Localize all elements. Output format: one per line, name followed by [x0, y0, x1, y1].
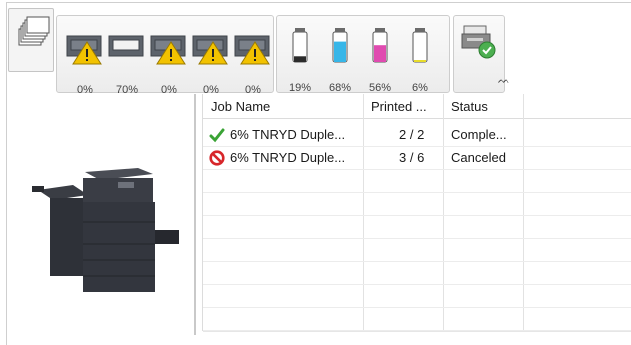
documents-button[interactable] [8, 8, 54, 72]
toner-cartridge-icon [412, 28, 428, 63]
table-row[interactable]: 6% TNRYD Duple... 3 / 6 Canceled [203, 147, 631, 170]
empty-row [203, 308, 631, 331]
pane-divider[interactable] [194, 94, 196, 335]
tray-level-label: 70% [115, 84, 139, 96]
paper-tray-icon [150, 35, 186, 65]
toner-black[interactable]: 19% [285, 24, 323, 94]
paper-tray-1[interactable]: 0% [65, 26, 105, 96]
column-header-job-name[interactable]: Job Name [211, 99, 270, 114]
column-header-printed[interactable]: Printed ... [371, 99, 427, 114]
table-row[interactable]: 6% TNRYD Duple... 2 / 2 Comple... [203, 124, 631, 147]
tray-level-label: 0% [161, 84, 177, 96]
job-name-cell: 6% TNRYD Duple... [230, 150, 346, 165]
cancel-icon [209, 150, 225, 166]
status-cell: Canceled [451, 150, 506, 165]
job-name-cell: 6% TNRYD Duple... [230, 127, 346, 142]
empty-row [203, 285, 631, 308]
status-cell: Comple... [451, 127, 507, 142]
checkmark-icon [209, 128, 225, 143]
job-list-table: Job Name Printed ... Status 6% TNRYD Dup… [203, 94, 631, 331]
paper-tray-icon [192, 35, 228, 65]
paper-tray-icon [234, 35, 270, 65]
window-top-border [6, 2, 631, 3]
tray-level-label: 0% [77, 84, 93, 96]
paper-tray-4[interactable]: 0% [191, 26, 231, 96]
paper-trays-group[interactable]: 0% 70% 0% 0% 0% [56, 15, 274, 96]
printer-ok-icon [461, 25, 496, 59]
paper-tray-icon [66, 35, 102, 65]
multifunction-printer-icon [32, 168, 179, 292]
toner-level-label: 68% [328, 82, 352, 94]
toner-magenta[interactable]: 56% [365, 24, 403, 94]
toner-level-label: 19% [288, 82, 312, 94]
empty-row [203, 170, 631, 193]
toner-cartridge-icon [292, 28, 308, 63]
document-stack-icon [18, 16, 50, 46]
paper-tray-3[interactable]: 0% [149, 26, 189, 96]
empty-row [203, 262, 631, 285]
toner-level-label: 6% [412, 82, 428, 94]
grid-bottom-border [203, 331, 631, 332]
column-header-status[interactable]: Status [451, 99, 488, 114]
paper-tray-5[interactable]: 0% [233, 26, 273, 96]
window-left-border [6, 2, 7, 345]
toner-cartridge-icon [372, 28, 388, 63]
paper-tray-icon [108, 35, 144, 57]
empty-row [203, 216, 631, 239]
collapse-toolbar-button[interactable]: ᨓ [498, 75, 510, 86]
toner-yellow[interactable]: 6% [405, 24, 443, 94]
printed-cell: 2 / 2 [399, 127, 425, 142]
printer-device-image [28, 160, 188, 303]
toner-levels-group[interactable]: 19% 68% 56% 6% [276, 15, 450, 94]
printed-cell: 3 / 6 [399, 150, 425, 165]
paper-tray-2[interactable]: 70% [107, 26, 147, 96]
toner-cyan[interactable]: 68% [325, 24, 363, 94]
empty-row [203, 193, 631, 216]
toner-cartridge-icon [332, 28, 348, 63]
table-header: Job Name Printed ... Status [203, 94, 631, 119]
toner-level-label: 56% [368, 82, 392, 94]
empty-row [203, 239, 631, 262]
